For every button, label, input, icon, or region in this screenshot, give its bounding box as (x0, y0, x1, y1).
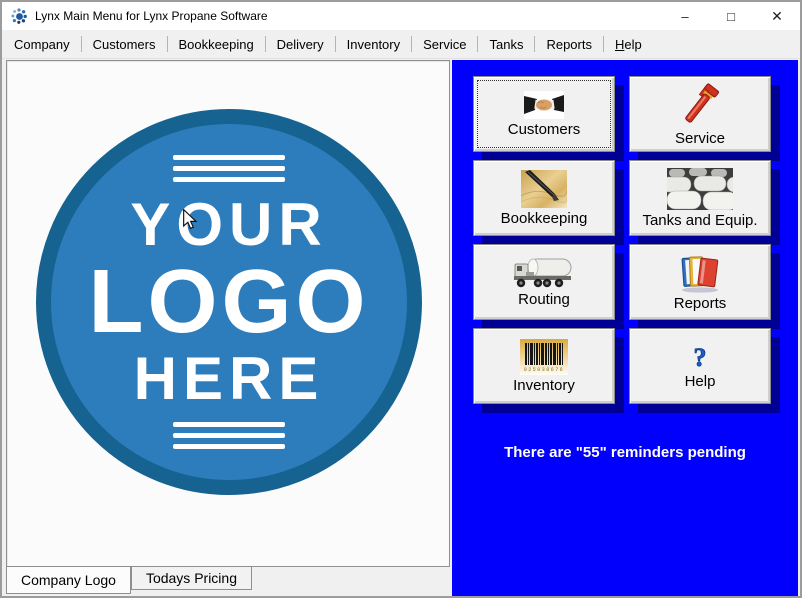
company-logo-image: YOUR LOGO HERE (36, 109, 422, 495)
truck-icon (513, 257, 575, 289)
menu-item-inventory[interactable]: Inventory (337, 33, 410, 56)
launcher-button-service[interactable]: Service (629, 76, 771, 152)
tanks-icon (667, 168, 733, 210)
maximize-button[interactable]: □ (708, 2, 754, 30)
menu-separator (534, 36, 535, 52)
launcher-button-label: Routing (518, 291, 570, 308)
tab-todays-pricing[interactable]: Todays Pricing (131, 567, 252, 590)
logo-word-your: YOUR (130, 195, 327, 255)
tab-company-logo[interactable]: Company Logo (6, 567, 131, 594)
reminders-status-text: There are "55" reminders pending (452, 444, 798, 461)
launcher-button-label: Customers (508, 121, 581, 138)
menu-item-delivery[interactable]: Delivery (267, 33, 334, 56)
menu-item-tanks[interactable]: Tanks (479, 33, 533, 56)
launcher-button-inventory[interactable]: 025038676 Inventory (473, 328, 615, 404)
pen-ledger-icon (521, 170, 567, 208)
launcher-button-tanks[interactable]: Tanks and Equip. (629, 160, 771, 236)
menu-separator (411, 36, 412, 52)
launcher-panel: Customers Service (452, 60, 798, 596)
menu-separator (477, 36, 478, 52)
minimize-button[interactable]: – (662, 2, 708, 30)
app-window: Lynx Main Menu for Lynx Propane Software… (0, 0, 802, 598)
menu-item-customers[interactable]: Customers (83, 33, 166, 56)
logo-panel: YOUR LOGO HERE (6, 60, 450, 567)
launcher-button-label: Bookkeeping (501, 210, 588, 227)
logo-bars-bottom (173, 422, 285, 449)
logo-tabs: Company Logo Todays Pricing (6, 567, 252, 594)
titlebar: Lynx Main Menu for Lynx Propane Software… (2, 2, 800, 30)
launcher-button-reports[interactable]: Reports (629, 244, 771, 320)
mouse-cursor (182, 209, 197, 235)
launcher-button-label: Reports (674, 295, 727, 312)
menu-item-service[interactable]: Service (413, 33, 476, 56)
barcode-icon: 025038676 (520, 339, 568, 375)
pipe-wrench-icon (679, 82, 721, 128)
menu-separator (335, 36, 336, 52)
launcher-button-routing[interactable]: Routing (473, 244, 615, 320)
menu-bar: Company Customers Bookkeeping Delivery I… (2, 30, 800, 59)
launcher-button-label: Tanks and Equip. (642, 212, 757, 229)
svg-text:?: ? (694, 343, 707, 371)
launcher-button-label: Help (685, 373, 716, 390)
question-icon: ? (687, 343, 713, 371)
launcher-button-help[interactable]: ? Help (629, 328, 771, 404)
launcher-button-customers[interactable]: Customers (473, 76, 615, 152)
launcher-button-label: Service (675, 130, 725, 147)
logo-word-logo: LOGO (89, 257, 370, 347)
folders-icon (678, 253, 722, 293)
menu-separator (167, 36, 168, 52)
menu-item-bookkeeping[interactable]: Bookkeeping (169, 33, 264, 56)
menu-separator (603, 36, 604, 52)
barcode-digits: 025038676 (524, 367, 565, 373)
menu-item-company[interactable]: Company (4, 33, 80, 56)
close-button[interactable]: ✕ (754, 2, 800, 30)
menu-separator (265, 36, 266, 52)
menu-item-reports[interactable]: Reports (536, 33, 602, 56)
launcher-button-bookkeeping[interactable]: Bookkeeping (473, 160, 615, 236)
window-controls: – □ ✕ (662, 2, 800, 30)
logo-bars-top (173, 155, 285, 182)
app-icon (11, 8, 27, 24)
launcher-grid: Customers Service (473, 76, 771, 404)
window-title: Lynx Main Menu for Lynx Propane Software (35, 9, 268, 23)
menu-separator (81, 36, 82, 52)
menu-item-help[interactable]: Help (605, 33, 652, 56)
handshake-icon (524, 91, 564, 119)
launcher-button-label: Inventory (513, 377, 575, 394)
logo-word-here: HERE (134, 349, 325, 409)
